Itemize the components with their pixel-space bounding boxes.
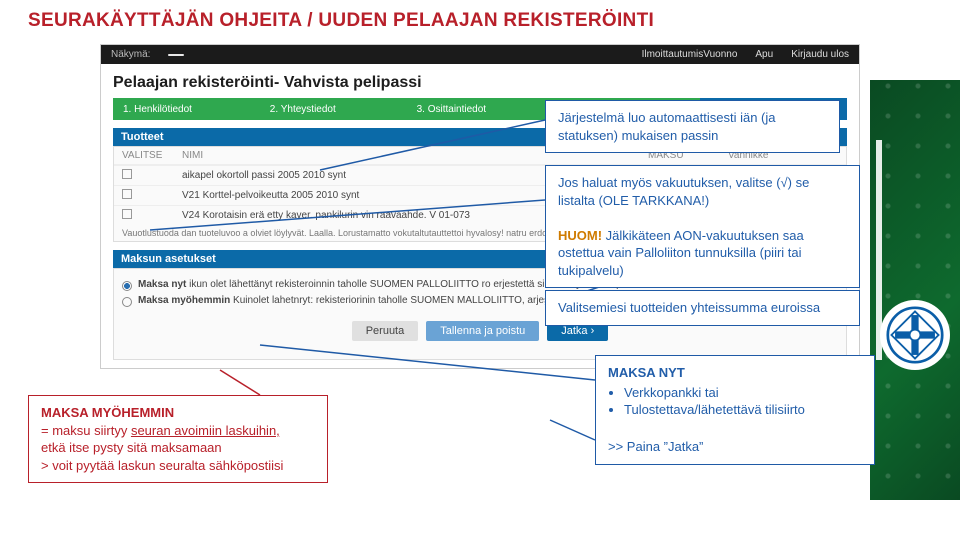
row-checkbox[interactable] xyxy=(122,189,182,202)
row-checkbox[interactable] xyxy=(122,209,182,222)
radio-icon xyxy=(122,281,132,291)
slide-root: SEURAKÄYTTÄJÄN OHJEITA / UUDEN PELAAJAN … xyxy=(0,0,960,549)
callout-text: >> Paina ”Jatka” xyxy=(608,439,703,454)
callout-pay-now: MAKSA NYT Verkkopankki tai Tulostettava/… xyxy=(595,355,875,465)
callout-underline: seuran avoimiin laskuihin, xyxy=(131,423,280,438)
cancel-button[interactable]: Peruuta xyxy=(352,321,419,341)
step-label: 3. Osittaintiedot xyxy=(417,104,486,115)
callout-text: Järjestelmä luo automaattisesti iän (ja … xyxy=(558,110,776,143)
step-label: 2. Yhteystiedot xyxy=(270,104,336,115)
football-association-logo xyxy=(880,300,950,370)
save-exit-button[interactable]: Tallenna ja poistu xyxy=(426,321,539,341)
callout-text: = maksu siirtyy xyxy=(41,423,131,438)
radio-label: Maksa myöhemmin xyxy=(138,295,230,306)
nav-mid: IlmoittautumisVuonno xyxy=(642,49,738,60)
step-2[interactable]: 2. Yhteystiedot xyxy=(260,98,407,120)
col-valitse: VALITSE xyxy=(122,150,182,161)
callout-bullet: Tulostettava/lähetettävä tilisiirto xyxy=(624,401,862,419)
step-label: 1. Henkilötiedot xyxy=(123,104,192,115)
nav-label: Näkymä: xyxy=(111,49,150,60)
callout-pay-later: MAKSA MYÖHEMMIN = maksu siirtyy seuran a… xyxy=(28,395,328,483)
chevron-right-icon: › xyxy=(591,325,595,337)
callout-total: Valitsemiesi tuotteiden yhteissumma euro… xyxy=(545,290,860,326)
app-heading: Pelaajan rekisteröinti- Vahvista pelipas… xyxy=(101,64,859,98)
callout-huom: HUOM! xyxy=(558,228,602,243)
callout-text: > voit pyytää laskun seuralta sähköposti… xyxy=(41,458,283,473)
callout-text: etkä itse pysty sitä maksamaan xyxy=(41,440,222,455)
nav-view-select[interactable] xyxy=(168,54,184,56)
callout-text: Valitsemiesi tuotteiden yhteissumma euro… xyxy=(558,300,820,315)
app-top-nav: Näkymä: IlmoittautumisVuonno Apu Kirjaud… xyxy=(101,45,859,64)
callout-autopass: Järjestelmä luo automaattisesti iän (ja … xyxy=(545,100,840,153)
nav-logout[interactable]: Kirjaudu ulos xyxy=(791,49,849,60)
nav-help[interactable]: Apu xyxy=(755,49,773,60)
callout-text: Jos haluat myös vakuutuksen, valitse (√)… xyxy=(558,175,809,208)
radio-icon xyxy=(122,297,132,307)
callout-bullet: Verkkopankki tai xyxy=(624,384,862,402)
next-label: Jatka xyxy=(561,325,587,337)
callout-insurance: Jos haluat myös vakuutuksen, valitse (√)… xyxy=(545,165,860,288)
callout-title: MAKSA NYT xyxy=(608,364,862,382)
row-checkbox[interactable] xyxy=(122,169,182,182)
decorative-stripe xyxy=(870,80,960,500)
step-1[interactable]: 1. Henkilötiedot xyxy=(113,98,260,120)
radio-label: Maksa nyt xyxy=(138,279,186,290)
slide-title: SEURAKÄYTTÄJÄN OHJEITA / UUDEN PELAAJAN … xyxy=(28,10,654,32)
step-3[interactable]: 3. Osittaintiedot xyxy=(407,98,554,120)
callout-title: MAKSA MYÖHEMMIN xyxy=(41,404,315,422)
